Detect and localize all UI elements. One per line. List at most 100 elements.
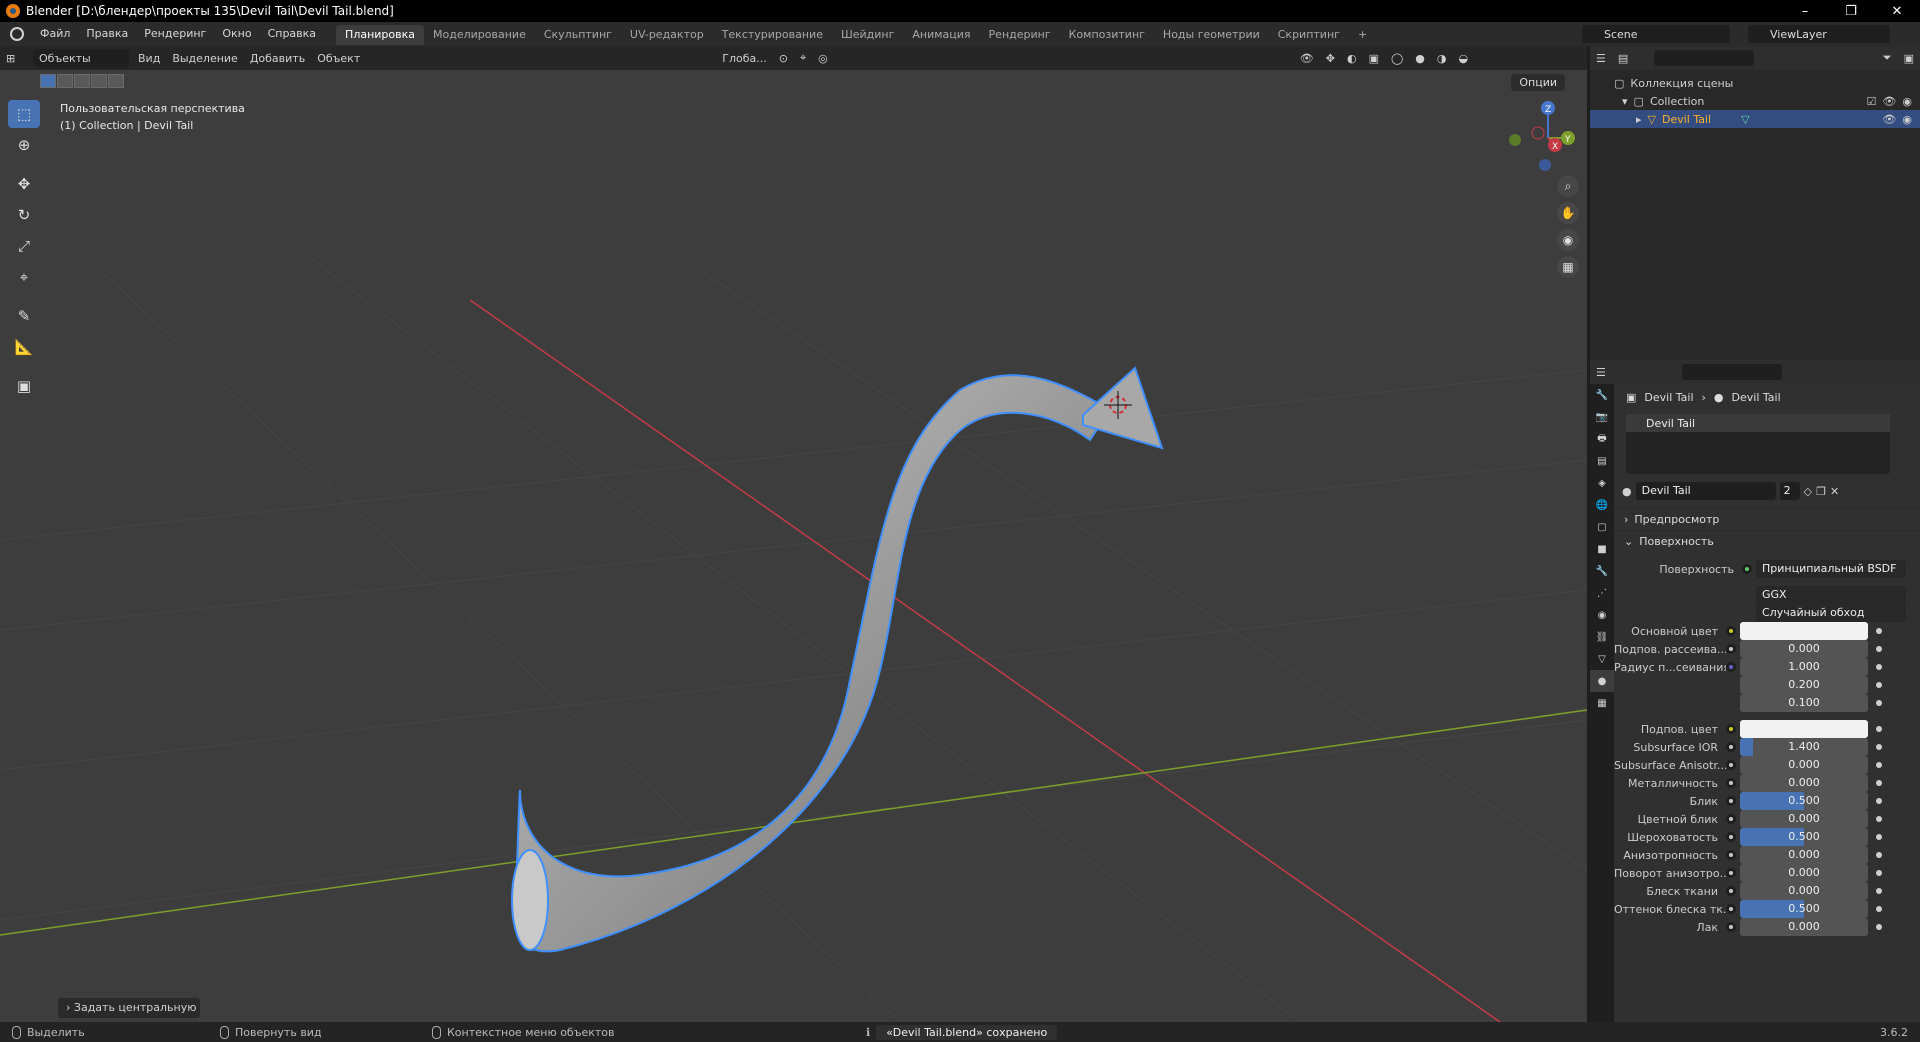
select-extend-icon[interactable] [57,74,73,88]
keyframe-dot-icon[interactable] [1876,780,1882,786]
proportional-edit-icon[interactable]: ◎ [812,49,834,67]
new-collection-icon[interactable]: ▣ [1898,49,1920,67]
socket-icon[interactable] [1726,662,1736,672]
socket-icon[interactable] [1726,832,1736,842]
tab-scripting[interactable]: Скриптинг [1269,25,1349,45]
eye-icon[interactable]: 👁 [1882,113,1896,126]
tab-compositing[interactable]: Композитинг [1060,25,1154,45]
mode-selector[interactable]: Объекты [33,49,129,67]
shading-material-icon[interactable]: ◑ [1431,49,1453,67]
keyframe-dot-icon[interactable] [1876,682,1882,688]
keyframe-dot-icon[interactable] [1876,726,1882,732]
minimize-button[interactable]: – [1782,0,1828,22]
menu-object[interactable]: Объект [311,49,366,67]
eye-icon[interactable]: 👁 [1882,95,1896,108]
view-layer-selector[interactable]: ViewLayer [1748,25,1890,43]
overlay-toggle-icon[interactable]: ◐ [1341,49,1363,67]
number-field[interactable]: 0.000 [1740,774,1868,792]
tab-modeling[interactable]: Моделирование [424,25,535,45]
collection-tab-icon[interactable]: ▢ [1590,516,1614,538]
options-button[interactable]: Опции [1511,74,1565,91]
tab-animation[interactable]: Анимация [903,25,979,45]
3d-viewport[interactable]: Z Y X Пользовательская перспектива (1) C… [0,70,1587,1022]
socket-icon[interactable] [1726,626,1736,636]
socket-icon[interactable] [1726,904,1736,914]
camera-icon[interactable]: ◉ [1902,113,1912,126]
tab-geometry-nodes[interactable]: Ноды геометрии [1154,25,1269,45]
measure-icon[interactable]: 📐 [8,333,40,361]
annotate-icon[interactable]: ✎ [8,302,40,330]
keyframe-dot-icon[interactable] [1876,870,1882,876]
number-field[interactable]: 0.500 [1740,900,1868,918]
add-cube-icon[interactable]: ▣ [8,372,40,400]
material-slot-list[interactable]: Devil Tail [1626,414,1890,474]
color-field[interactable] [1740,622,1868,640]
tab-uv-editing[interactable]: UV-редактор [621,25,713,45]
blender-menu-icon[interactable] [10,27,24,41]
texture-tab-icon[interactable]: ▦ [1590,692,1614,714]
physics-tab-icon[interactable]: ◉ [1590,604,1614,626]
socket-icon[interactable] [1726,850,1736,860]
keyframe-dot-icon[interactable] [1876,646,1882,652]
shading-rendered-icon[interactable]: ◒ [1453,49,1475,67]
visibility-icon[interactable]: 👁 [1294,49,1320,67]
scene-selector[interactable]: Scene [1582,25,1730,43]
outliner-editor-icon[interactable]: ☰ [1590,49,1612,67]
modifier-tab-icon[interactable]: 🔧 [1590,560,1614,582]
material-slot[interactable]: Devil Tail [1626,414,1890,432]
particles-tab-icon[interactable]: ⋰ [1590,582,1614,604]
fake-user-icon[interactable]: ◇ [1804,485,1812,498]
mesh-data-icon[interactable]: ▽ [1741,113,1749,126]
unlink-icon[interactable]: ✕ [1830,485,1839,498]
socket-icon[interactable] [1726,868,1736,878]
socket-icon[interactable] [1726,742,1736,752]
close-button[interactable]: ✕ [1874,0,1920,22]
tab-layout[interactable]: Планировка [336,25,425,45]
add-workspace-button[interactable]: + [1349,25,1376,45]
number-field[interactable]: 0.000 [1740,882,1868,900]
socket-icon[interactable] [1726,922,1736,932]
menu-render[interactable]: Рендеринг [136,22,214,46]
render-tab-icon[interactable]: 📷 [1590,406,1614,428]
socket-icon[interactable] [1726,796,1736,806]
surface-shader-dropdown[interactable]: Принципиальный BSDF [1756,560,1906,578]
cursor-icon[interactable]: ⊕ [8,131,40,159]
socket-icon[interactable] [1726,814,1736,824]
keyframe-dot-icon[interactable] [1876,816,1882,822]
expand-arrow-icon[interactable]: ▾ [1622,95,1628,108]
shading-wireframe-icon[interactable]: ◯ [1385,49,1409,67]
number-field[interactable]: 0.500 [1740,792,1868,810]
keyframe-dot-icon[interactable] [1876,664,1882,670]
preview-panel-header[interactable]: › Предпросмотр [1614,508,1920,530]
keyframe-dot-icon[interactable] [1876,888,1882,894]
constraints-tab-icon[interactable]: ⛓ [1590,626,1614,648]
number-field[interactable]: 0.000 [1740,918,1868,936]
menu-view[interactable]: Вид [132,49,166,67]
shading-solid-icon[interactable]: ● [1409,49,1431,67]
scale-icon[interactable]: ⤢ [8,232,40,260]
checkbox-icon[interactable]: ☑ [1867,95,1877,108]
object-tab-icon[interactable]: ■ [1590,538,1614,560]
keyframe-dot-icon[interactable] [1876,852,1882,858]
outliner-scene-collection[interactable]: ▢ Коллекция сцены [1590,74,1920,92]
keyframe-dot-icon[interactable] [1876,762,1882,768]
keyframe-dot-icon[interactable] [1876,834,1882,840]
menu-edit[interactable]: Правка [78,22,136,46]
move-icon[interactable]: ✥ [8,170,40,198]
editor-type-button[interactable]: ⊞ [0,49,30,67]
socket-icon[interactable] [1726,644,1736,654]
number-field[interactable]: 0.000 [1740,846,1868,864]
camera-icon[interactable]: ◉ [1902,95,1912,108]
tab-rendering[interactable]: Рендеринг [980,25,1060,45]
transform-icon[interactable]: ⌖ [8,263,40,291]
color-field[interactable] [1740,720,1868,738]
material-tab-icon[interactable]: ● [1590,670,1614,692]
tab-sculpting[interactable]: Скульптинг [535,25,621,45]
distribution-dropdown[interactable]: GGX [1756,586,1906,604]
number-field[interactable]: 0.500 [1740,828,1868,846]
transform-orientation[interactable]: Глоба... [716,49,772,67]
material-name-field[interactable]: Devil Tail [1635,482,1776,500]
select-intersect-icon[interactable] [108,74,124,88]
outliner-collection[interactable]: ▾ ▢ Collection ☑ 👁 ◉ [1590,92,1920,110]
number-field[interactable]: 1.400 [1740,738,1868,756]
